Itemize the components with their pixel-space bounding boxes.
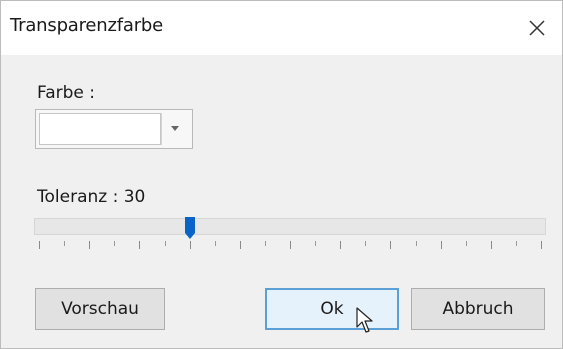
tolerance-label: Toleranz : 30 [37,187,146,207]
cancel-button[interactable]: Abbruch [411,288,545,330]
chevron-down-icon [171,126,179,131]
slider-tick [315,241,317,246]
preview-button[interactable]: Vorschau [35,288,165,330]
tolerance-slider-thumb[interactable] [184,217,195,239]
title-bar: Transparenzfarbe [1,1,562,55]
slider-tick [114,241,116,246]
color-label: Farbe : [37,83,96,103]
slider-tick [189,241,191,249]
color-picker-dropdown[interactable] [35,109,193,149]
slider-tick [365,241,367,246]
slider-tick [214,241,216,246]
slider-tick [415,241,417,246]
dropdown-button[interactable] [161,113,188,145]
dialog-window: Transparenzfarbe Farbe : Toleranz : 30 V… [0,0,563,349]
slider-tick [139,241,141,249]
preview-button-label: Vorschau [61,299,139,319]
mouse-pointer-icon [356,307,376,339]
slider-tick [390,241,392,249]
slider-ticks [34,241,546,251]
slider-tick [490,241,492,249]
slider-tick [264,241,266,246]
slider-tick [64,241,66,246]
dialog-title: Transparenzfarbe [10,15,164,36]
close-icon [529,20,545,36]
slider-tick [239,241,241,249]
close-button[interactable] [520,11,554,45]
slider-tick [515,241,517,246]
slider-tick [89,241,91,249]
cancel-button-label: Abbruch [442,299,514,319]
ok-button[interactable]: Ok [265,288,399,330]
color-swatch [39,113,161,145]
slider-tick [164,241,166,246]
slider-tick [465,241,467,246]
slider-tick [39,241,40,249]
ok-button-label: Ok [320,299,344,319]
slider-tick [440,241,442,249]
tolerance-slider-track[interactable] [34,218,546,235]
slider-tick [340,241,342,249]
slider-tick [290,241,291,249]
slider-tick [541,241,542,249]
